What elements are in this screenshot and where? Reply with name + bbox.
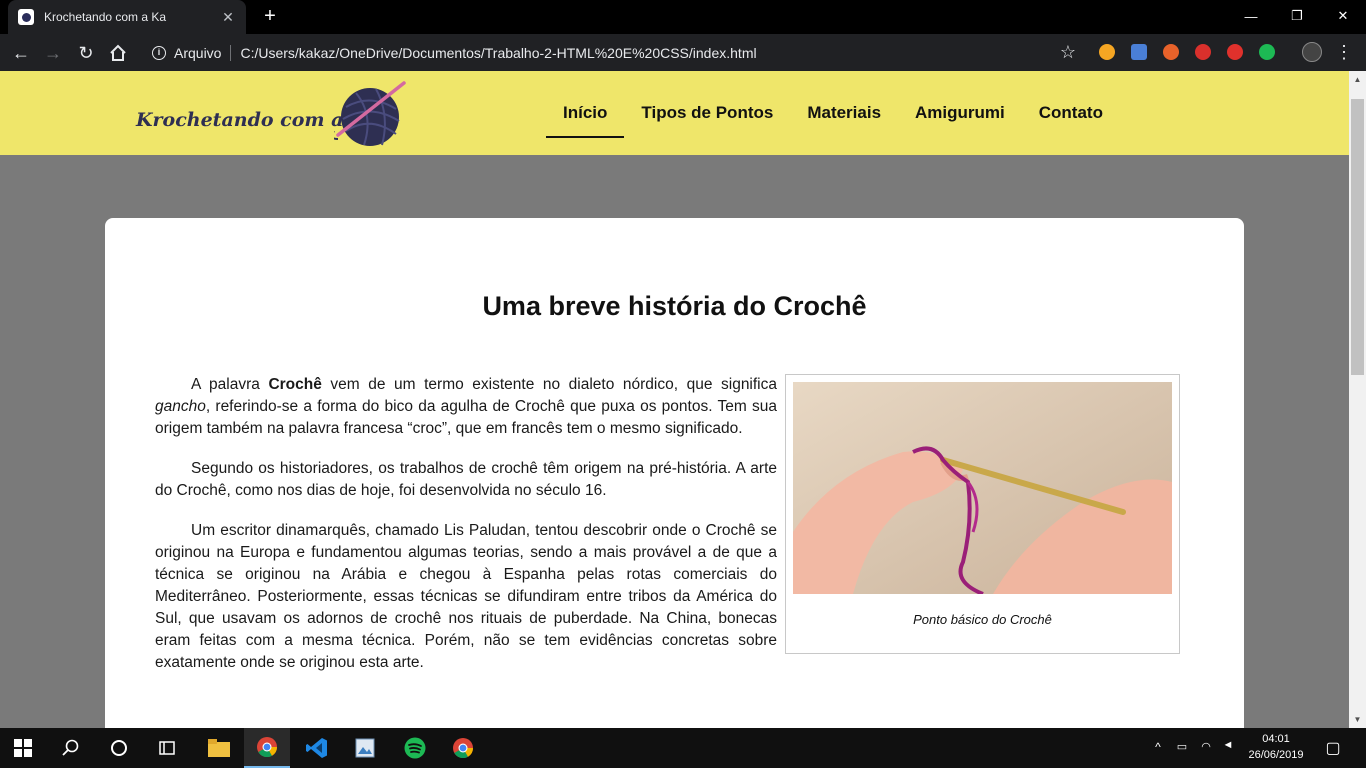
translate-extension-icon[interactable] [1131, 44, 1147, 60]
browser-tab-strip: Krochetando com a Ka ✕ + — ❐ ✕ [0, 0, 1366, 34]
volume-icon[interactable]: ◄ [1220, 739, 1236, 751]
close-window-button[interactable]: ✕ [1320, 0, 1366, 32]
site-favicon-icon [18, 9, 34, 25]
spotify-icon[interactable] [392, 728, 438, 768]
emphasis-gancho: gancho [155, 398, 206, 415]
browser-menu-icon[interactable]: ⋮ [1334, 39, 1354, 65]
paragraph-1-text: vem de um termo existente no dialeto nór… [321, 376, 777, 393]
notifications-icon[interactable]: ▢ [1320, 738, 1346, 758]
paragraph-1-text: , referindo-se a forma do bico da agulha… [155, 398, 777, 437]
chrome-icon[interactable] [440, 728, 486, 768]
scroll-up-icon[interactable]: ▲ [1349, 71, 1366, 88]
extension-icon[interactable] [1099, 44, 1115, 60]
clock-date[interactable]: 26/06/2019 [1246, 749, 1306, 761]
tab-close-icon[interactable]: ✕ [220, 9, 236, 26]
new-tab-button[interactable]: + [258, 4, 282, 28]
vscode-icon[interactable] [294, 728, 340, 768]
nav-item-contato[interactable]: Contato [1022, 71, 1120, 155]
youtube-extension-icon[interactable] [1227, 44, 1243, 60]
scroll-down-icon[interactable]: ▼ [1349, 711, 1366, 728]
windows-taskbar: ^ ▭ ◠ ◄ 04:01 26/06/2019 ▢ [0, 728, 1366, 768]
clock-time[interactable]: 04:01 [1246, 733, 1306, 745]
forward-arrow-icon[interactable]: → [40, 40, 66, 66]
site-header: Krochetando com a Ka Início Tipos de Pon… [0, 71, 1349, 155]
nav-item-inicio[interactable]: Início [546, 71, 625, 155]
nav-item-amigurumi[interactable]: Amigurumi [898, 71, 1022, 155]
page-title: Uma breve história do Crochê [482, 291, 867, 321]
browser-tab[interactable]: Krochetando com a Ka ✕ [8, 0, 246, 34]
bookmark-star-icon[interactable]: ☆ [1056, 40, 1080, 64]
start-icon[interactable] [0, 728, 46, 768]
minimize-button[interactable]: — [1228, 0, 1274, 32]
reload-icon[interactable]: ↻ [73, 40, 99, 66]
task-view-icon[interactable] [144, 728, 190, 768]
article-body: Ponto básico do Crochê A palavra Crochê … [155, 374, 1180, 692]
yarn-ball-icon [334, 81, 406, 146]
content-card: Uma breve história do Crochê Ponto básic… [105, 218, 1244, 728]
scheme-label: Arquivo [174, 45, 222, 61]
url-text[interactable]: C:/Users/kakaz/OneDrive/Documentos/Traba… [240, 45, 756, 61]
address-separator [230, 45, 232, 61]
tab-title: Krochetando com a Ka [44, 10, 167, 24]
page-scrollbar[interactable]: ▲ ▼ [1349, 71, 1366, 728]
chrome-icon[interactable] [244, 728, 290, 768]
nav-item-materiais[interactable]: Materiais [790, 71, 898, 155]
address-bar[interactable]: i Arquivo C:/Users/kakaz/OneDrive/Docume… [140, 39, 1090, 67]
site-logo[interactable]: Krochetando com a Ka [134, 79, 414, 149]
emphasis-croche: Crochê [268, 376, 322, 393]
browser-toolbar: ← → ↻ i Arquivo C:/Users/kakaz/OneDrive/… [0, 34, 1366, 71]
restore-button[interactable]: ❐ [1274, 0, 1320, 32]
search-icon[interactable] [48, 728, 94, 768]
main-navigation: Início Tipos de Pontos Materiais Amiguru… [546, 71, 1120, 155]
paragraph-1-text: A palavra [191, 376, 269, 393]
nav-item-tipos-de-pontos[interactable]: Tipos de Pontos [624, 71, 790, 155]
back-arrow-icon[interactable]: ← [8, 40, 34, 66]
extension-icon[interactable] [1163, 44, 1179, 60]
page-viewport: Krochetando com a Ka Início Tipos de Pon… [0, 71, 1349, 728]
article-figure: Ponto básico do Crochê [785, 374, 1180, 654]
figure-caption: Ponto básico do Crochê [913, 612, 1052, 627]
cortana-icon[interactable] [96, 728, 142, 768]
file-explorer-icon[interactable] [196, 728, 242, 768]
home-icon[interactable] [105, 40, 131, 66]
info-icon[interactable]: i [152, 46, 166, 60]
tray-chevron-up-icon[interactable]: ^ [1150, 740, 1166, 754]
battery-icon[interactable]: ▭ [1174, 740, 1190, 753]
photos-icon[interactable] [342, 728, 388, 768]
adblock-extension-icon[interactable] [1195, 44, 1211, 60]
profile-avatar[interactable] [1302, 42, 1322, 62]
crochet-photo [793, 382, 1172, 594]
extension-icon[interactable] [1259, 44, 1275, 60]
scrollbar-thumb[interactable] [1351, 99, 1364, 375]
wifi-icon[interactable]: ◠ [1198, 740, 1214, 753]
